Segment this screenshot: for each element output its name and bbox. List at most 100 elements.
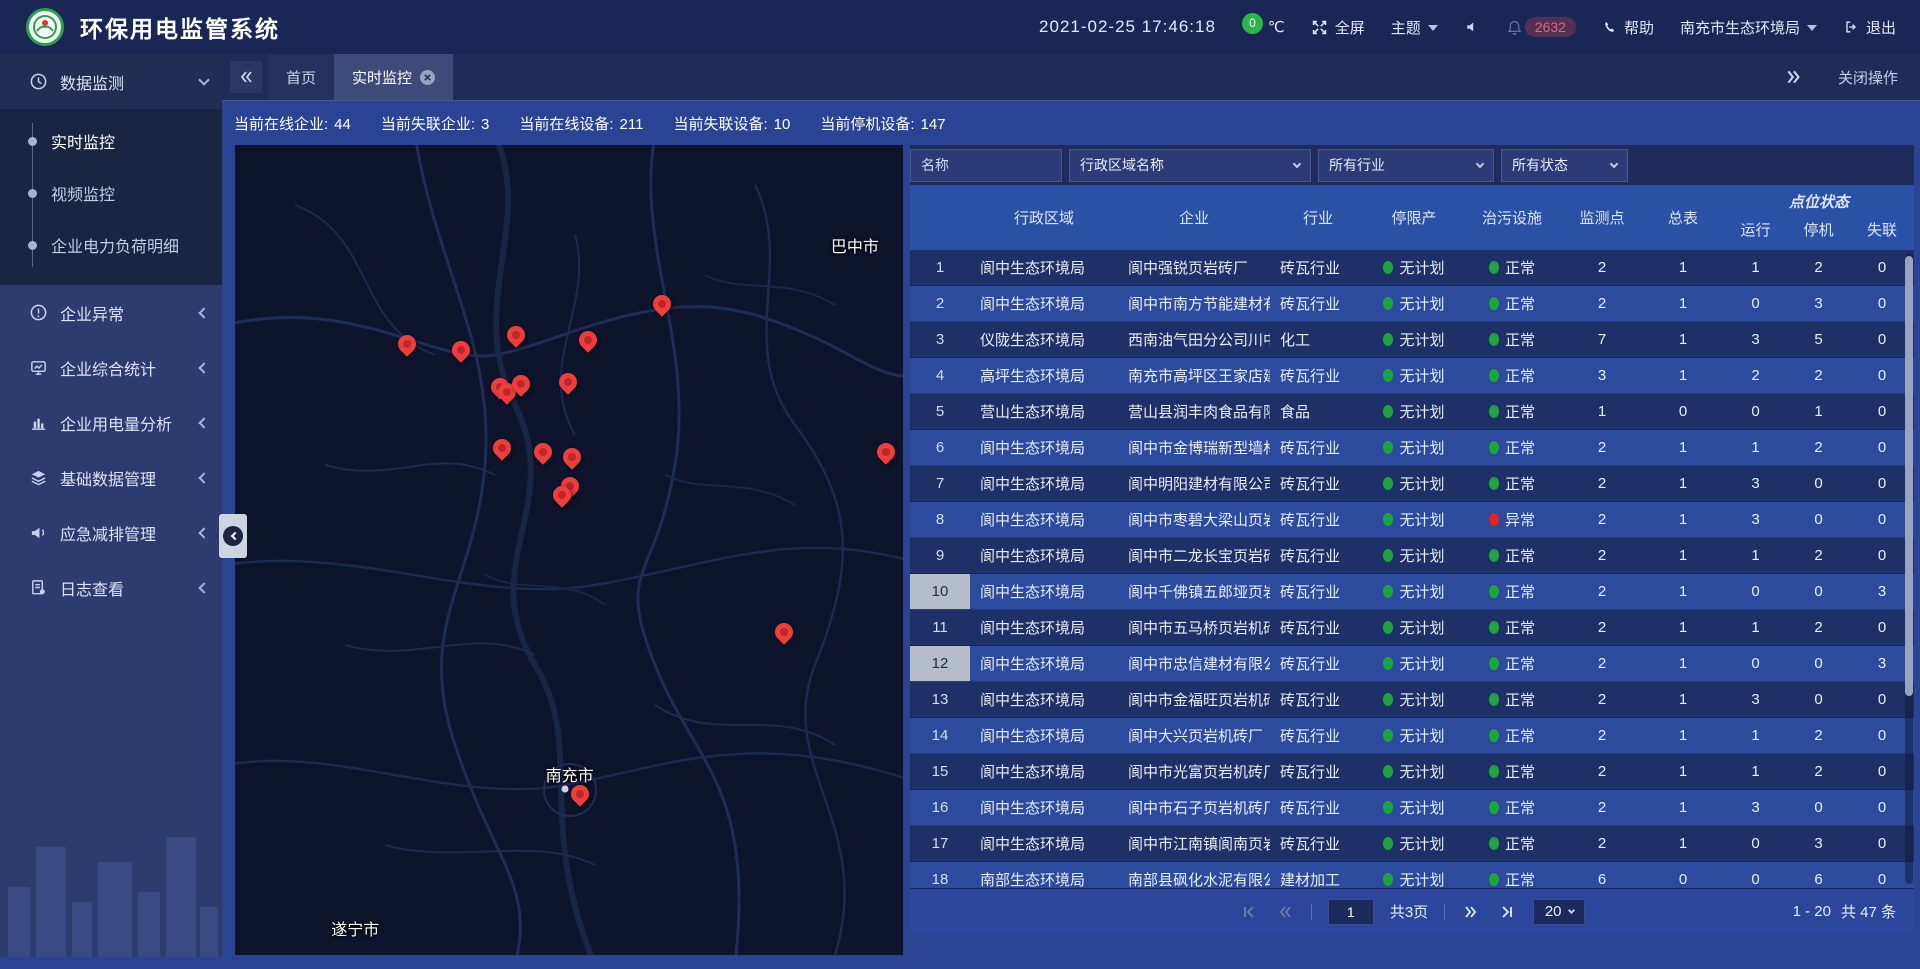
- cell-stop: 5: [1787, 322, 1850, 357]
- cell-points: 2: [1562, 430, 1642, 465]
- chevron-down-icon: [1476, 159, 1484, 167]
- last-page-button[interactable]: [1497, 902, 1517, 922]
- table-row[interactable]: 17阆中生态环境局阆中市江南镇阆南页岩砖瓦行业无计划正常21030: [910, 826, 1914, 862]
- pin-icon: [394, 331, 419, 356]
- table-row[interactable]: 4高坪生态环境局南充市高坪区王家店建砖瓦行业无计划正常31220: [910, 358, 1914, 394]
- region-filter-select[interactable]: 行政区域名称: [1069, 149, 1311, 182]
- map-pin[interactable]: [506, 323, 526, 349]
- first-page-button[interactable]: [1239, 902, 1259, 922]
- sidebar-subitem[interactable]: 企业电力负荷明细: [0, 219, 222, 271]
- cell-meter: 0: [1642, 862, 1724, 888]
- map-pin[interactable]: [652, 292, 672, 318]
- app-logo-icon: [26, 8, 64, 46]
- sidebar-subitem[interactable]: 视频监控: [0, 167, 222, 219]
- industry-filter-select[interactable]: 所有行业: [1318, 149, 1494, 182]
- table-row[interactable]: 7阆中生态环境局阆中明阳建材有限公司砖瓦行业无计划正常21300: [910, 466, 1914, 502]
- map-pin[interactable]: [492, 436, 512, 462]
- next-page-button[interactable]: [1461, 902, 1481, 922]
- page-number-input[interactable]: [1328, 899, 1374, 925]
- map-pin[interactable]: [552, 483, 572, 509]
- exit-button[interactable]: 退出: [1843, 17, 1896, 38]
- status-dot-icon: [1383, 873, 1393, 886]
- map-pin[interactable]: [578, 328, 598, 354]
- tab-scroll-right-button[interactable]: [1784, 67, 1804, 87]
- map-pin[interactable]: [570, 782, 590, 808]
- table-row[interactable]: 9阆中生态环境局阆中市二龙长宝页岩砖砖瓦行业无计划正常21120: [910, 538, 1914, 574]
- stat-label: 当前在线企业:: [234, 116, 328, 133]
- table-row[interactable]: 3仪陇生态环境局西南油气田分公司川中化工无计划正常71350: [910, 322, 1914, 358]
- table-row[interactable]: 15阆中生态环境局阆中市光富页岩机砖厂砖瓦行业无计划正常21120: [910, 754, 1914, 790]
- map-pin[interactable]: [533, 440, 553, 466]
- org-dropdown[interactable]: 南充市生态环境局: [1680, 17, 1817, 38]
- logout-icon: [1843, 19, 1859, 35]
- cell-industry: 砖瓦行业: [1270, 718, 1366, 753]
- facility-status-text: 正常: [1505, 797, 1535, 818]
- name-filter-input[interactable]: [910, 149, 1062, 182]
- close-icon[interactable]: [420, 70, 435, 85]
- map-pin[interactable]: [558, 370, 578, 396]
- map-pin[interactable]: [511, 372, 531, 398]
- status-dot-icon: [1383, 621, 1393, 634]
- theme-dropdown[interactable]: 主题: [1391, 17, 1438, 38]
- tab-首页[interactable]: 首页: [268, 54, 334, 100]
- cell-points: 2: [1562, 754, 1642, 789]
- cell-company: 西南油气田分公司川中: [1118, 322, 1270, 357]
- cell-run: 0: [1724, 574, 1787, 609]
- table-row[interactable]: 11阆中生态环境局阆中市五马桥页岩机砖砖瓦行业无计划正常21120: [910, 610, 1914, 646]
- fullscreen-button[interactable]: 全屏: [1311, 17, 1365, 38]
- cell-facility-status: 正常: [1462, 286, 1562, 321]
- status-dot-icon: [1383, 513, 1393, 526]
- cell-meter: 0: [1642, 394, 1724, 429]
- table-row[interactable]: 1阆中生态环境局阆中强锐页岩砖厂砖瓦行业无计划正常21120: [910, 250, 1914, 286]
- map-pin[interactable]: [451, 338, 471, 364]
- scrollbar-thumb[interactable]: [1905, 256, 1913, 696]
- cell-limit-status: 无计划: [1366, 718, 1462, 753]
- sidebar-item-label: 企业用电量分析: [60, 411, 200, 435]
- table-row[interactable]: 16阆中生态环境局阆中市石子页岩机砖厂砖瓦行业无计划正常21300: [910, 790, 1914, 826]
- tab-scroll-left-button[interactable]: [230, 61, 262, 93]
- cell-run: 0: [1724, 646, 1787, 681]
- table-row[interactable]: 2阆中生态环境局阆中市南方节能建材有砖瓦行业无计划正常21030: [910, 286, 1914, 322]
- sidebar-item[interactable]: 企业综合统计: [0, 340, 222, 395]
- cell-stop: 3: [1787, 286, 1850, 321]
- pin-icon: [550, 482, 575, 507]
- mute-button[interactable]: [1464, 19, 1480, 35]
- table-row[interactable]: 5营山生态环境局营山县润丰肉食品有限食品无计划正常10010: [910, 394, 1914, 430]
- close-operations-button[interactable]: 关闭操作: [1838, 67, 1898, 88]
- table-row[interactable]: 18南部生态环境局南部县砜化水泥有限公建材加工无计划正常60060: [910, 862, 1914, 888]
- table-row[interactable]: 10阆中生态环境局阆中千佛镇五郎垭页岩砖瓦行业无计划正常21003: [910, 574, 1914, 610]
- cell-run: 3: [1724, 790, 1787, 825]
- sidebar-subitem[interactable]: 实时监控: [0, 115, 222, 167]
- cell-points: 2: [1562, 826, 1642, 861]
- header-cell: 行业: [1270, 185, 1366, 250]
- chevron-left-icon: [198, 417, 209, 428]
- sidebar-item[interactable]: 日志查看: [0, 560, 222, 615]
- sidebar-item[interactable]: 基础数据管理: [0, 450, 222, 505]
- sidebar-item[interactable]: 企业异常: [0, 285, 222, 340]
- previous-page-button[interactable]: [1275, 902, 1295, 922]
- sidebar-item[interactable]: 企业用电量分析: [0, 395, 222, 450]
- sidebar-item[interactable]: 应急减排管理: [0, 505, 222, 560]
- sidebar-item[interactable]: 数据监测: [0, 54, 222, 109]
- table-row[interactable]: 13阆中生态环境局阆中市金福旺页岩机砖砖瓦行业无计划正常21300: [910, 682, 1914, 718]
- map-pin[interactable]: [562, 445, 582, 471]
- table-row[interactable]: 12阆中生态环境局阆中市忠信建材有限公砖瓦行业无计划正常21003: [910, 646, 1914, 682]
- page-size-select[interactable]: 20: [1533, 899, 1585, 925]
- range-label: 1 - 20: [1793, 903, 1831, 920]
- notifications-button[interactable]: 2632: [1506, 17, 1576, 37]
- map-pin[interactable]: [397, 332, 417, 358]
- table-row[interactable]: 6阆中生态环境局阆中市金博瑞新型墙材砖瓦行业无计划正常21120: [910, 430, 1914, 466]
- tab-实时监控[interactable]: 实时监控: [334, 54, 453, 100]
- table-row[interactable]: 8阆中生态环境局阆中市枣碧大梁山页岩砖瓦行业无计划异常21300: [910, 502, 1914, 538]
- table-row[interactable]: 14阆中生态环境局阆中大兴页岩机砖厂砖瓦行业无计划正常21120: [910, 718, 1914, 754]
- map-pin[interactable]: [876, 440, 896, 466]
- map-pin[interactable]: [774, 620, 794, 646]
- topbar-controls: 2021-02-25 17:46:18 0 ℃ 全屏 主题: [1039, 17, 1920, 38]
- map-panel[interactable]: 巴中市南充市遂宁市: [235, 145, 903, 955]
- status-filter-select[interactable]: 所有状态: [1501, 149, 1628, 182]
- help-button[interactable]: 帮助: [1602, 17, 1654, 38]
- chevron-left-icon: [198, 307, 209, 318]
- limit-status-text: 无计划: [1399, 617, 1444, 638]
- map-collapse-button[interactable]: [219, 514, 247, 558]
- cell-run: 0: [1724, 826, 1787, 861]
